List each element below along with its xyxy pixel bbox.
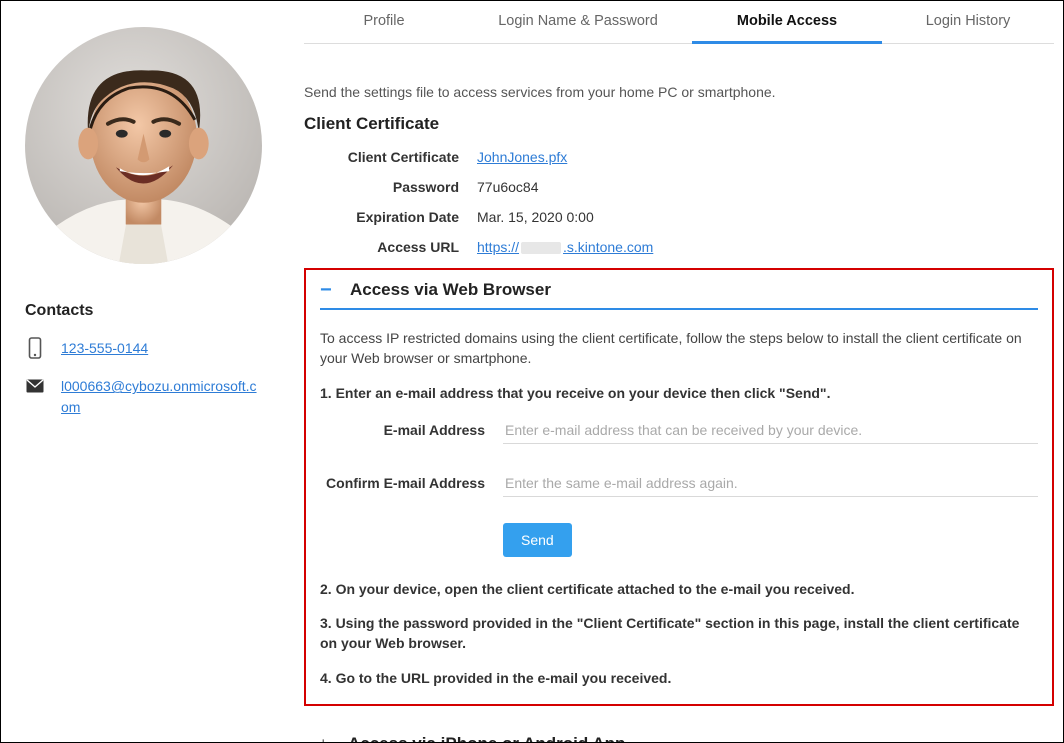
step-4: 4. Go to the URL provided in the e-mail … [320,668,1038,688]
label-access-url: Access URL [304,239,459,255]
row-password: Password 77u6oc84 [304,172,1054,202]
step-1: 1. Enter an e-mail address that you rece… [320,383,1038,403]
accordion-app-header[interactable]: + Access via iPhone or Android App [304,706,1054,743]
url-prefix: https:// [477,239,519,255]
label-password: Password [304,179,459,195]
contact-phone[interactable]: 123-555-0144 [61,338,148,358]
accordion-web-header[interactable]: − Access via Web Browser [320,280,1038,300]
confirm-email-input[interactable] [503,470,1038,497]
send-row: Send [503,523,1038,557]
tab-profile[interactable]: Profile [304,1,464,43]
accordion-web-body: To access IP restricted domains using th… [320,328,1038,688]
row-access-url: Access URL https:// .s.kintone.com [304,232,1054,262]
tab-mobile-access[interactable]: Mobile Access [692,1,882,43]
tab-login-password[interactable]: Login Name & Password [464,1,692,43]
tabs: Profile Login Name & Password Mobile Acc… [304,1,1054,44]
label-expiration: Expiration Date [304,209,459,225]
client-cert-heading: Client Certificate [304,114,1054,134]
accordion-app-title: Access via iPhone or Android App [348,734,625,743]
avatar [25,27,262,264]
value-expiration: Mar. 15, 2020 0:00 [459,209,594,225]
accordion-rule [320,308,1038,310]
client-cert-file[interactable]: JohnJones.pfx [459,149,567,165]
email-input[interactable] [503,417,1038,444]
sidebar: Contacts 123-555-0144 l000663@cybozu.onm… [1,1,276,742]
contacts-heading: Contacts [25,302,258,320]
contact-phone-row: 123-555-0144 [25,338,258,358]
confirm-email-row: Confirm E-mail Address [320,470,1038,497]
intro-text: Send the settings file to access service… [304,84,1054,100]
access-url[interactable]: https:// .s.kintone.com [459,239,653,255]
value-password: 77u6oc84 [459,179,539,195]
tab-login-history[interactable]: Login History [882,1,1054,43]
accordion-desc: To access IP restricted domains using th… [320,328,1038,369]
url-suffix: .s.kintone.com [563,239,653,255]
send-button[interactable]: Send [503,523,572,557]
row-expiration: Expiration Date Mar. 15, 2020 0:00 [304,202,1054,232]
accordion-web-title: Access via Web Browser [350,280,551,300]
step-3: 3. Using the password provided in the "C… [320,613,1038,654]
step-2: 2. On your device, open the client certi… [320,579,1038,599]
main-panel: Profile Login Name & Password Mobile Acc… [276,1,1064,742]
accordion-web-browser: − Access via Web Browser To access IP re… [304,268,1054,706]
label-email: E-mail Address [320,422,485,438]
contact-email-row: l000663@cybozu.onmicrosoft.com [25,376,258,417]
row-client-cert: Client Certificate JohnJones.pfx [304,142,1054,172]
collapse-icon: − [320,280,344,300]
label-client-cert: Client Certificate [304,149,459,165]
expand-icon: + [318,735,342,743]
phone-icon [25,338,45,358]
label-confirm-email: Confirm E-mail Address [320,475,485,491]
contact-email[interactable]: l000663@cybozu.onmicrosoft.com [61,376,258,417]
mail-icon [25,376,45,396]
email-row: E-mail Address [320,417,1038,444]
url-redacted [521,242,561,254]
